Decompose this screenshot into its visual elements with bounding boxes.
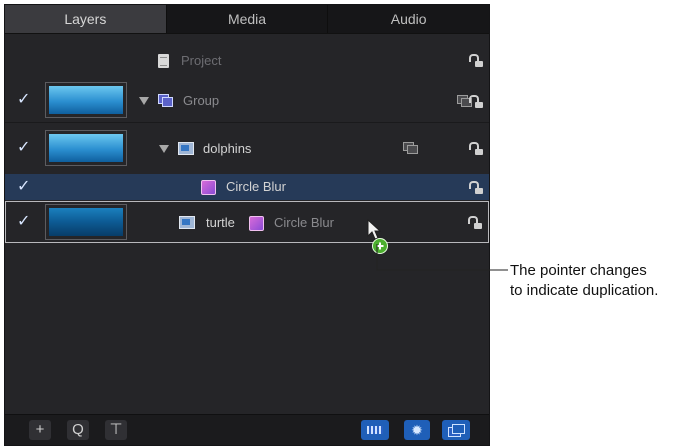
layer-row-group[interactable]: ✓ Group [5, 79, 489, 123]
callout-line-1: The pointer changes [510, 262, 647, 279]
project-label: Project [181, 53, 222, 68]
turtle-checkbox[interactable]: ✓ [17, 214, 33, 230]
layers-toolbar: + Q ⊤ ✹ [5, 414, 489, 445]
lock-icon[interactable] [469, 141, 483, 155]
panel-tabs: Layers Media Audio [5, 5, 489, 34]
gear-icon: ✹ [411, 422, 423, 438]
lock-icon[interactable] [469, 180, 483, 194]
dolphins-checkbox[interactable]: ✓ [17, 140, 33, 156]
add-button[interactable]: + [29, 420, 51, 440]
dolphins-thumbnail [45, 130, 127, 166]
layers-panel: Layers Media Audio Project ✓ Group ✓ dol… [4, 4, 490, 446]
callout-text: The pointer changes to indicate duplicat… [510, 261, 658, 301]
image-layer-icon [179, 216, 195, 229]
image-layer-icon [178, 142, 194, 155]
dolphins-label: dolphins [203, 141, 252, 156]
lock-icon[interactable] [469, 94, 483, 108]
group-thumbnail [45, 82, 127, 118]
layer-row-turtle[interactable]: ✓ turtle Circle Blur [5, 201, 489, 243]
turtle-thumbnail [45, 204, 127, 240]
tab-audio[interactable]: Audio [328, 5, 489, 33]
group-icon [158, 94, 173, 107]
project-doc-icon [158, 54, 169, 68]
tab-media[interactable]: Media [166, 5, 329, 33]
circle-blur-checkbox[interactable]: ✓ [17, 179, 33, 195]
layer-row-project[interactable]: Project [5, 43, 489, 79]
layer-row-circle-blur[interactable]: ✓ Circle Blur [5, 174, 489, 200]
disclosure-triangle-icon[interactable] [139, 97, 149, 105]
search-button[interactable]: Q [67, 420, 89, 440]
timeline-button[interactable] [361, 420, 389, 440]
callout-line [376, 244, 508, 271]
lock-icon[interactable] [469, 53, 483, 67]
toolbar-third-button[interactable]: ⊤ [105, 420, 127, 440]
clone-layer-icon [403, 142, 418, 154]
filter-icon [201, 180, 216, 195]
turtle-filter-label: Circle Blur [274, 215, 334, 230]
group-label: Group [183, 93, 220, 108]
timeline-icon [367, 426, 383, 434]
callout-line-2: to indicate duplication. [510, 282, 659, 299]
circle-blur-label: Circle Blur [226, 179, 286, 194]
lock-icon[interactable] [468, 215, 482, 229]
turtle-label: turtle [206, 215, 235, 230]
settings-button[interactable]: ✹ [404, 420, 430, 440]
group-checkbox[interactable]: ✓ [17, 92, 33, 108]
layer-row-dolphins[interactable]: ✓ dolphins [5, 122, 489, 175]
filter-icon [249, 216, 264, 231]
disclosure-triangle-icon[interactable] [159, 145, 169, 153]
stack-button[interactable] [442, 420, 470, 440]
stack-icon [448, 424, 465, 437]
tab-layers[interactable]: Layers [5, 5, 167, 33]
